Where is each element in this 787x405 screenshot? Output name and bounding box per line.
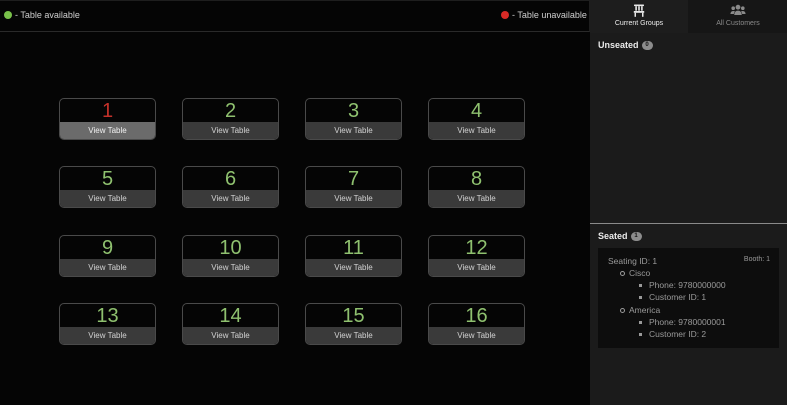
- section-divider[interactable]: [590, 223, 787, 224]
- chair-icon: [633, 4, 645, 17]
- legend-unavailable: - Table unavailable: [501, 10, 587, 20]
- sidebar-tabs: Current Groups All Customers: [590, 0, 787, 33]
- bullet-circle-icon: [620, 271, 625, 276]
- group-customer-id: Customer ID: 2: [649, 329, 707, 339]
- bullet-square-icon: [639, 296, 642, 299]
- unseated-count-badge: 0: [641, 40, 653, 50]
- seating-card[interactable]: Seating ID: 1 Booth: 1 Cisco Phone: 9780…: [598, 248, 779, 348]
- view-table-button[interactable]: View Table: [60, 190, 155, 207]
- view-table-button[interactable]: View Table: [183, 327, 278, 344]
- view-table-button[interactable]: View Table: [429, 327, 524, 344]
- unseated-heading: Unseated 0: [598, 40, 653, 50]
- table-number: 6: [224, 168, 237, 190]
- seated-label: Seated: [598, 231, 628, 241]
- table-card[interactable]: 7 View Table: [305, 166, 402, 208]
- table-card[interactable]: 12 View Table: [428, 235, 525, 277]
- view-table-button[interactable]: View Table: [306, 259, 401, 276]
- table-card[interactable]: 6 View Table: [182, 166, 279, 208]
- table-number: 1: [101, 100, 114, 122]
- bullet-square-icon: [639, 321, 642, 324]
- view-table-button[interactable]: View Table: [306, 190, 401, 207]
- table-card[interactable]: 5 View Table: [59, 166, 156, 208]
- table-card[interactable]: 13 View Table: [59, 303, 156, 345]
- table-number: 2: [224, 100, 237, 122]
- available-dot-icon: [4, 11, 12, 19]
- tab-all-customers[interactable]: All Customers: [689, 0, 787, 33]
- table-number: 15: [342, 305, 365, 327]
- legend-bar: - Table available - Table unavailable: [0, 0, 590, 32]
- group-name: America: [629, 305, 661, 315]
- table-card[interactable]: 2 View Table: [182, 98, 279, 140]
- bullet-circle-icon: [620, 308, 625, 313]
- table-number: 11: [343, 237, 364, 259]
- table-card[interactable]: 15 View Table: [305, 303, 402, 345]
- tab-current-groups-label: Current Groups: [614, 20, 664, 27]
- group-customer-id: Customer ID: 1: [649, 292, 707, 302]
- seated-count-badge: 1: [630, 231, 642, 241]
- booth-label: Booth: 1: [743, 256, 770, 263]
- view-table-button[interactable]: View Table: [429, 122, 524, 139]
- table-card[interactable]: 1 View Table: [59, 98, 156, 140]
- unseated-label: Unseated: [598, 40, 639, 50]
- view-table-button[interactable]: View Table: [60, 327, 155, 344]
- legend-available: - Table available: [4, 10, 80, 20]
- unavailable-dot-icon: [501, 11, 509, 19]
- view-table-button[interactable]: View Table: [429, 190, 524, 207]
- legend-available-label: - Table available: [15, 10, 80, 20]
- table-number: 7: [347, 168, 360, 190]
- seated-heading: Seated 1: [598, 231, 642, 241]
- group-name: Cisco: [629, 268, 651, 278]
- view-table-button[interactable]: View Table: [60, 122, 155, 139]
- tab-current-groups[interactable]: Current Groups: [590, 0, 688, 33]
- table-number: 13: [96, 305, 119, 327]
- table-number: 12: [465, 237, 488, 259]
- table-card[interactable]: 8 View Table: [428, 166, 525, 208]
- table-card[interactable]: 9 View Table: [59, 235, 156, 277]
- table-number: 8: [470, 168, 483, 190]
- table-number: 4: [470, 100, 483, 122]
- table-number: 16: [465, 305, 488, 327]
- view-table-button[interactable]: View Table: [183, 259, 278, 276]
- seating-id: Seating ID: 1: [608, 256, 658, 266]
- users-icon: [730, 4, 746, 15]
- table-number: 9: [101, 237, 114, 259]
- table-number: 3: [347, 100, 360, 122]
- view-table-button[interactable]: View Table: [306, 122, 401, 139]
- table-card[interactable]: 14 View Table: [182, 303, 279, 345]
- bullet-square-icon: [639, 284, 642, 287]
- table-map: - Table available - Table unavailable 1V…: [0, 0, 590, 405]
- bullet-square-icon: [639, 333, 642, 336]
- view-table-button[interactable]: View Table: [306, 327, 401, 344]
- table-number: 14: [219, 305, 242, 327]
- table-number: 10: [219, 237, 242, 259]
- group-phone: Phone: 9780000000: [649, 280, 726, 290]
- table-number: 5: [101, 168, 114, 190]
- table-card[interactable]: 10 View Table: [182, 235, 279, 277]
- view-table-button[interactable]: View Table: [429, 259, 524, 276]
- view-table-button[interactable]: View Table: [183, 122, 278, 139]
- group-phone: Phone: 9780000001: [649, 317, 726, 327]
- legend-unavailable-label: - Table unavailable: [512, 10, 587, 20]
- table-card[interactable]: 11 View Table: [305, 235, 402, 277]
- view-table-button[interactable]: View Table: [183, 190, 278, 207]
- tab-all-customers-label: All Customers: [716, 20, 760, 27]
- table-card[interactable]: 16 View Table: [428, 303, 525, 345]
- groups-sidebar: Current Groups All Customers Unseated 0 …: [590, 0, 787, 405]
- view-table-button[interactable]: View Table: [60, 259, 155, 276]
- table-card[interactable]: 4 View Table: [428, 98, 525, 140]
- table-card[interactable]: 3 View Table: [305, 98, 402, 140]
